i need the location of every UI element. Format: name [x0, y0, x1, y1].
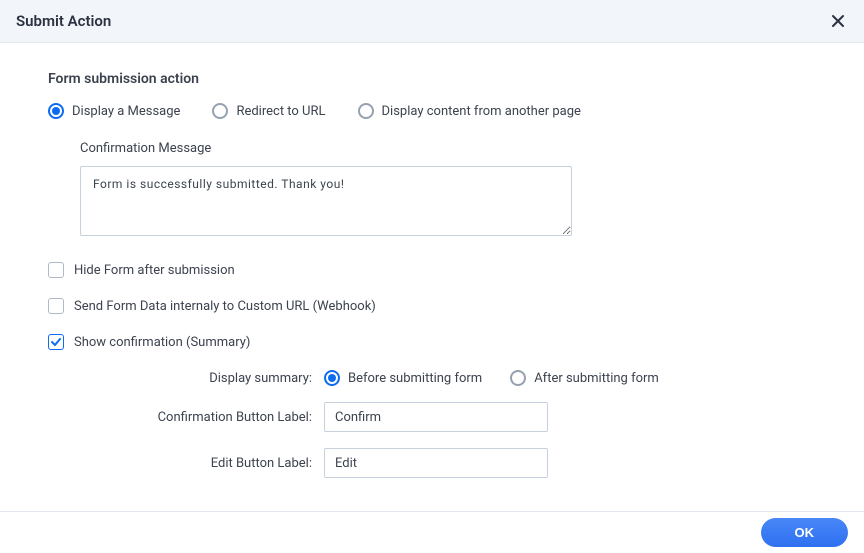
checkbox-icon	[48, 298, 64, 314]
summary-block: Display summary: Before submitting form …	[76, 370, 816, 478]
confirmation-message-input[interactable]	[80, 166, 572, 236]
confirm-button-label-input[interactable]	[324, 402, 548, 432]
radio-icon	[358, 103, 374, 119]
confirm-button-label-row: Confirmation Button Label:	[76, 402, 816, 432]
dialog-footer: OK	[0, 511, 864, 553]
radio-label: Display content from another page	[382, 104, 581, 119]
display-summary-label: Display summary:	[76, 371, 324, 386]
ok-button[interactable]: OK	[761, 518, 849, 547]
radio-label: Before submitting form	[348, 371, 482, 386]
radio-after-submit[interactable]: After submitting form	[510, 370, 659, 386]
radio-display-message[interactable]: Display a Message	[48, 103, 180, 119]
edit-button-label-input[interactable]	[324, 448, 548, 478]
checkbox-webhook[interactable]: Send Form Data internaly to Custom URL (…	[48, 298, 816, 314]
action-radio-group: Display a Message Redirect to URL Displa…	[48, 103, 816, 119]
checkbox-label: Hide Form after submission	[74, 263, 235, 278]
confirm-button-label-text: Confirmation Button Label:	[76, 410, 324, 425]
radio-icon	[212, 103, 228, 119]
checkbox-show-summary[interactable]: Show confirmation (Summary)	[48, 334, 816, 350]
dialog-title: Submit Action	[16, 12, 111, 30]
checkbox-icon	[48, 262, 64, 278]
radio-icon	[48, 103, 64, 119]
checkbox-icon	[48, 334, 64, 350]
radio-before-submit[interactable]: Before submitting form	[324, 370, 482, 386]
dialog-content: Form submission action Display a Message…	[0, 43, 864, 511]
confirmation-message-label: Confirmation Message	[80, 141, 816, 156]
close-icon	[830, 13, 846, 29]
confirmation-message-field: Confirmation Message	[80, 141, 816, 240]
radio-icon	[324, 370, 340, 386]
dialog-header: Submit Action	[0, 0, 864, 43]
radio-label: Redirect to URL	[236, 104, 325, 119]
section-title: Form submission action	[48, 71, 816, 87]
radio-redirect-url[interactable]: Redirect to URL	[212, 103, 325, 119]
close-button[interactable]	[828, 11, 848, 31]
summary-display-row: Display summary: Before submitting form …	[76, 370, 816, 386]
checkbox-label: Show confirmation (Summary)	[74, 335, 250, 350]
radio-label: After submitting form	[534, 371, 659, 386]
edit-button-label-row: Edit Button Label:	[76, 448, 816, 478]
radio-label: Display a Message	[72, 104, 180, 119]
edit-button-label-text: Edit Button Label:	[76, 456, 324, 471]
checkbox-hide-form[interactable]: Hide Form after submission	[48, 262, 816, 278]
radio-icon	[510, 370, 526, 386]
radio-display-content[interactable]: Display content from another page	[358, 103, 581, 119]
checkbox-label: Send Form Data internaly to Custom URL (…	[74, 299, 376, 314]
summary-radio-group: Before submitting form After submitting …	[324, 370, 659, 386]
